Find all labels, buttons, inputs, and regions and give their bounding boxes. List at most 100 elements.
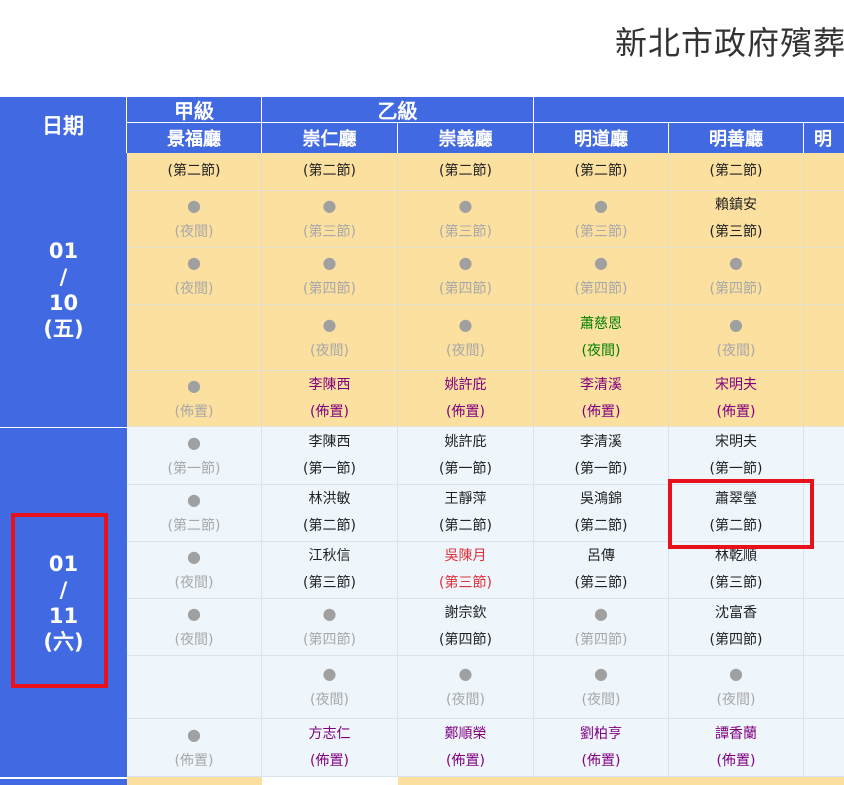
- time-slot-label: (佈置): [310, 752, 349, 769]
- grade-a-header: 甲級: [127, 97, 262, 123]
- schedule-cell: 江秋信 (第三節): [262, 542, 398, 599]
- day-label-next: [0, 777, 127, 785]
- schedule-cell: (第二節): [669, 153, 804, 191]
- time-slot-label: (佈置): [174, 752, 214, 769]
- schedule-cell: ● (第三節): [398, 191, 534, 248]
- dot-icon: ●: [187, 196, 201, 215]
- time-slot-label: (夜間): [446, 692, 485, 708]
- schedule-cell: [127, 656, 262, 719]
- highlight-day-0111: [11, 513, 108, 688]
- schedule-cell: ● (夜間): [669, 305, 804, 371]
- dot-icon: ●: [458, 664, 473, 683]
- time-slot-label: (第二節): [439, 518, 492, 534]
- time-slot-label: (第二節): [167, 163, 221, 179]
- schedule-cell: 劉柏亨 (佈置): [534, 719, 669, 777]
- schedule-cell-partial: [804, 371, 844, 427]
- time-slot-label: (夜間): [174, 575, 214, 591]
- time-slot-label: (第四節): [439, 632, 492, 648]
- time-slot-label: (第四節): [303, 281, 356, 297]
- booking-name: 李陳西: [308, 433, 351, 450]
- schedule-cell: ● (夜間): [127, 248, 262, 305]
- booking-name: 謝宗欽: [444, 605, 487, 621]
- time-slot-label: (第二節): [303, 518, 356, 534]
- booking-name: 王靜萍: [444, 491, 487, 507]
- schedule-cell: ● (佈置): [127, 371, 262, 427]
- schedule-cell: ● (夜間): [127, 599, 262, 656]
- schedule-cell-partial: [804, 719, 844, 777]
- time-slot-label: (夜間): [174, 632, 214, 648]
- booking-name: 譚香蘭: [715, 725, 757, 742]
- time-slot-label: (第四節): [439, 281, 492, 297]
- time-slot-label: (第二節): [303, 163, 356, 179]
- schedule-cell: 姚許庇 (佈置): [398, 371, 534, 427]
- time-slot-label: (第三節): [574, 224, 628, 240]
- schedule-cell: 呂傳 (第三節): [534, 542, 669, 599]
- time-slot-label: (第四節): [574, 281, 628, 297]
- schedule-grid: 日期 甲級 乙級 景福廳 崇仁廳 崇義廳 明道廳 明善廳 明 01 / 10 (…: [0, 97, 844, 785]
- time-slot-label: (第四節): [709, 281, 763, 297]
- dot-icon: ●: [187, 253, 201, 272]
- dot-icon: ●: [187, 375, 201, 395]
- booking-name: 吳陳月: [444, 548, 487, 564]
- highlight-cell-xiaocuiying: [668, 479, 814, 549]
- schedule-cell: ● (第三節): [534, 191, 669, 248]
- time-slot-label: (第三節): [709, 575, 763, 591]
- grade-header-blank: [534, 97, 844, 123]
- dot-icon: ●: [322, 664, 337, 683]
- date-header: 日期: [0, 97, 127, 153]
- schedule-cell: ● (佈置): [127, 719, 262, 777]
- time-slot-label: (佈置): [310, 403, 349, 420]
- page-title: 新北市政府殯葬: [615, 24, 844, 62]
- dot-icon: ●: [187, 432, 201, 452]
- dot-icon: ●: [594, 253, 608, 272]
- day-sep: /: [59, 265, 68, 289]
- dot-icon: ●: [458, 253, 473, 272]
- schedule-cell-partial: [804, 542, 844, 599]
- hall-header: 明道廳: [534, 123, 669, 153]
- day-number: 10: [48, 291, 79, 315]
- schedule-cell-partial: [804, 191, 844, 248]
- booking-name: 賴鎮安: [715, 197, 757, 213]
- time-slot-label: (夜間): [174, 224, 214, 240]
- time-slot-label: (第三節): [303, 575, 356, 591]
- booking-name: 鄭順榮: [444, 725, 487, 742]
- time-slot-label: (第四節): [303, 632, 356, 648]
- schedule-cell: 李陳西 (佈置): [262, 371, 398, 427]
- time-slot-label: (第三節): [709, 224, 763, 240]
- schedule-cell: 宋明夫 (第一節): [669, 427, 804, 485]
- time-slot-label: (夜間): [174, 281, 214, 297]
- time-slot-label: (第二節): [574, 163, 628, 179]
- schedule-cell: ● (第四節): [534, 599, 669, 656]
- schedule-cell: (第二節): [398, 153, 534, 191]
- schedule-cell: ● (第二節): [127, 485, 262, 542]
- schedule-cell: [127, 305, 262, 371]
- booking-name: 姚許庇: [444, 433, 487, 450]
- time-slot-label: (第一節): [303, 460, 356, 477]
- time-slot-label: (第三節): [439, 224, 492, 240]
- booking-name: 李清溪: [580, 433, 622, 450]
- dot-icon: ●: [594, 664, 608, 683]
- schedule-cell: 方志仁 (佈置): [262, 719, 398, 777]
- time-slot-label: (第三節): [439, 575, 492, 591]
- day-month: 01: [48, 239, 79, 263]
- schedule-cell: ● (第三節): [262, 191, 398, 248]
- booking-name: 李陳西: [308, 376, 351, 393]
- time-slot-label: (第一節): [439, 460, 492, 477]
- booking-name: 李清溪: [580, 376, 622, 393]
- booking-name: 宋明夫: [715, 433, 757, 450]
- schedule-cell: 譚香蘭 (佈置): [669, 719, 804, 777]
- time-slot-label: (第四節): [709, 632, 763, 648]
- schedule-cell-partial: [804, 248, 844, 305]
- dot-icon: ●: [729, 664, 743, 683]
- next-day-white-cell: [262, 777, 398, 785]
- dot-icon: ●: [187, 604, 201, 623]
- schedule-cell: 宋明夫 (佈置): [669, 371, 804, 427]
- day-weekday: (五): [43, 317, 84, 341]
- time-slot-label: (第四節): [574, 632, 628, 648]
- time-slot-label: (第三節): [574, 575, 628, 591]
- time-slot-label: (佈置): [446, 752, 485, 769]
- schedule-cell: ● (夜間): [262, 656, 398, 719]
- schedule-cell: ● (第四節): [398, 248, 534, 305]
- booking-name: 呂傳: [587, 548, 615, 564]
- schedule-cell: 吳陳月 (第三節): [398, 542, 534, 599]
